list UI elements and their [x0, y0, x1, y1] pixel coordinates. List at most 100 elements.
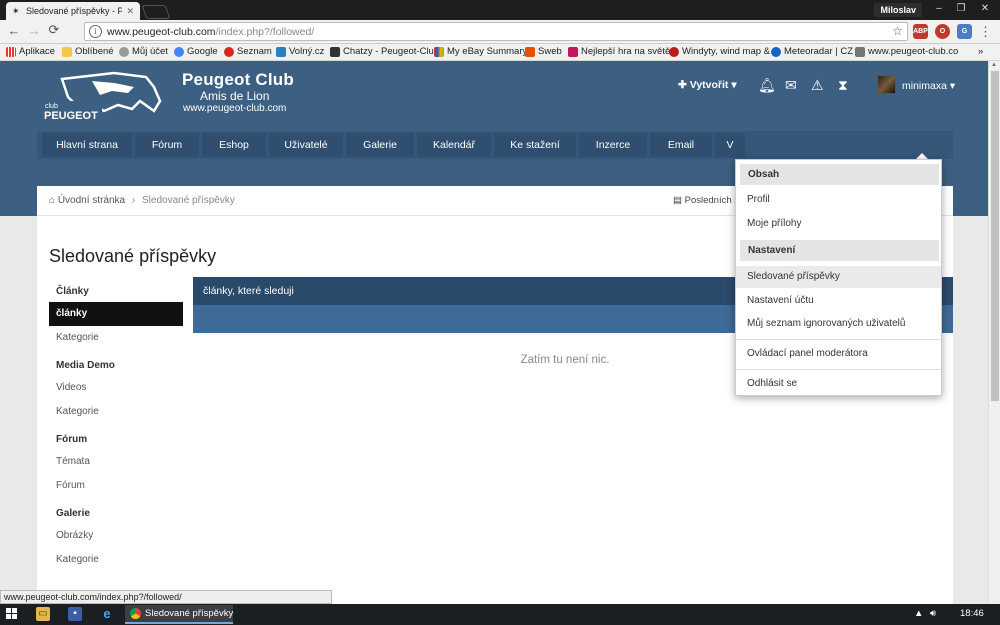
address-bar[interactable]: i www.peugeot-club.com/index.php?/follow… [84, 22, 908, 41]
file-explorer-icon[interactable]: ▭ [36, 607, 50, 621]
sidebar-heading-articles: Články [56, 286, 89, 297]
warning-icon[interactable]: ⚠ [811, 77, 824, 94]
bookmark-chatzy[interactable]: Chatzy - Peugeot-Clu [330, 46, 434, 57]
nav-item-home[interactable]: Hlavní strana [42, 133, 132, 157]
sidebar-item-gallery-categories[interactable]: Kategorie [49, 548, 183, 572]
chatzy-icon [330, 46, 340, 57]
hourglass-icon[interactable]: ⧗ [838, 77, 848, 94]
newspaper-icon: ▤ [673, 195, 682, 206]
apps-icon [6, 46, 16, 57]
bookmark-best-game[interactable]: Nejlepší hra na světě [568, 46, 670, 57]
windows-taskbar: ▭ ▪ e Sledované příspěvky ... ▲ 🔊︎ 18:46 [0, 604, 1000, 625]
bookmark-sweb[interactable]: Sweb [525, 46, 562, 57]
nav-item-calendar[interactable]: Kalendář [417, 133, 491, 157]
browser-profile-button[interactable]: Miloslav [874, 3, 922, 17]
volny-icon [276, 46, 286, 57]
scrollbar-thumb[interactable] [991, 71, 999, 401]
tray-expand-icon[interactable]: ▲ [914, 608, 923, 619]
menu-item-moderator-cp[interactable]: Ovládací panel moderátora [736, 343, 941, 365]
sidebar-item-video-categories[interactable]: Kategorie [49, 400, 183, 424]
bookmark-windyty[interactable]: Windyty, wind map & [669, 46, 770, 57]
peugeot-favicon-icon: ✶ [12, 6, 20, 16]
nav-item-downloads[interactable]: Ke stažení [494, 133, 576, 157]
info-icon[interactable]: i [89, 25, 102, 38]
avatar[interactable] [877, 75, 896, 94]
forward-icon[interactable]: → [26, 23, 42, 39]
new-tab-button[interactable] [141, 5, 171, 19]
user-dropdown-menu: Obsah Profil Moje přílohy Nastavení Sled… [735, 159, 942, 396]
nav-item-more[interactable]: V [715, 133, 745, 157]
sidebar-item-topics[interactable]: Témata [49, 450, 183, 474]
internet-explorer-icon[interactable]: e [100, 607, 114, 621]
bookmark-peugeot-club[interactable]: www.peugeot-club.co [855, 46, 958, 57]
main-navigation: Hlavní strana Fórum Eshop Uživatelé Gale… [37, 131, 953, 159]
sweb-icon [525, 46, 535, 57]
windows-start-icon[interactable] [6, 608, 18, 620]
site-subtitle: Amis de Lion [200, 89, 270, 103]
save-disk-icon[interactable]: ▪ [68, 607, 82, 621]
more-bookmarks-icon[interactable]: » [978, 46, 983, 57]
menu-item-logout[interactable]: Odhlásit se [736, 373, 941, 395]
followed-sidebar: Články články Kategorie Media Demo Video… [49, 282, 183, 572]
sidebar-heading-gallery: Galerie [56, 508, 90, 519]
browser-menu-icon[interactable]: ⋮ [979, 24, 992, 40]
folder-icon [62, 46, 72, 57]
back-icon[interactable]: ← [6, 23, 22, 39]
nav-item-forum[interactable]: Fórum [135, 133, 199, 157]
sidebar-heading-media-demo: Media Demo [56, 360, 115, 371]
google-icon [174, 46, 184, 57]
logo-club-text: club [45, 103, 58, 110]
sidebar-item-images[interactable]: Obrázky [49, 524, 183, 548]
menu-item-attachments[interactable]: Moje přílohy [736, 213, 941, 235]
minimize-icon[interactable]: – [928, 1, 950, 17]
create-button[interactable]: ✚ Vytvořit ▾ [678, 79, 737, 91]
breadcrumb-home-link[interactable]: Úvodní stránka [58, 195, 125, 206]
opera-extension-icon[interactable]: O [935, 24, 950, 39]
menu-item-account-settings[interactable]: Nastavení účtu [736, 290, 941, 312]
peugeot-favicon-icon [855, 46, 865, 57]
nav-item-ads[interactable]: Inzerce [579, 133, 647, 157]
nav-item-eshop[interactable]: Eshop [202, 133, 266, 157]
nav-item-gallery[interactable]: Galerie [346, 133, 414, 157]
menu-item-followed[interactable]: Sledované příspěvky [736, 266, 941, 288]
close-window-icon[interactable]: ✕ [974, 1, 996, 17]
site-title-block[interactable]: Peugeot Club Amis de Lion www.peugeot-cl… [182, 70, 294, 114]
sidebar-item-articles[interactable]: články [49, 302, 183, 326]
bookmark-meteoradar[interactable]: Meteoradar | CZ [771, 46, 853, 57]
envelope-icon[interactable]: ✉ [785, 77, 797, 94]
nav-item-users[interactable]: Uživatelé [269, 133, 343, 157]
adblock-icon[interactable]: ABP [913, 24, 928, 39]
sidebar-item-videos[interactable]: Videos [49, 376, 183, 400]
page-scrollbar[interactable]: ▲ [988, 61, 1000, 604]
taskbar-chrome-app[interactable]: Sledované příspěvky ... [125, 605, 233, 624]
nav-item-email[interactable]: Email [650, 133, 712, 157]
bookmark-star-icon[interactable]: ☆ [892, 24, 903, 38]
bookmark-seznam[interactable]: Seznam [224, 46, 272, 57]
clock[interactable]: 18:46 [960, 608, 984, 619]
site-title: Peugeot Club [182, 70, 294, 89]
browser-tab-active[interactable]: ✶ Sledované příspěvky - Pe ✕ [6, 2, 140, 20]
bookmark-google[interactable]: Google [174, 46, 218, 57]
web-page: club PEUGEOT Peugeot Club Amis de Lion w… [0, 61, 988, 604]
sidebar-heading-forum: Fórum [56, 434, 88, 445]
scroll-up-icon[interactable]: ▲ [991, 62, 997, 68]
browser-toolbar: ← → ⟳ i www.peugeot-club.com/index.php?/… [0, 20, 1000, 44]
sidebar-item-forums[interactable]: Fórum [49, 474, 183, 498]
volume-icon[interactable]: 🔊︎ [930, 608, 936, 619]
bookmark-apps[interactable]: Aplikace [6, 46, 55, 57]
sidebar-item-article-categories[interactable]: Kategorie [49, 326, 183, 350]
bookmark-ebay[interactable]: My eBay Summary [434, 46, 527, 57]
restore-icon[interactable]: ❐ [950, 1, 972, 17]
reload-icon[interactable]: ⟳ [46, 22, 62, 38]
menu-item-ignored-users[interactable]: Můj seznam ignorovaných uživatelů [736, 313, 941, 335]
username-menu-button[interactable]: minimaxa ▾ [902, 80, 955, 92]
bookmark-my-account[interactable]: Můj účet [119, 46, 168, 57]
translate-extension-icon[interactable]: G [957, 24, 972, 39]
bookmark-volny[interactable]: Volný.cz [276, 46, 324, 57]
logo-peugeot-text: PEUGEOT [44, 110, 98, 121]
close-icon[interactable]: ✕ [126, 6, 134, 17]
bookmark-favorites[interactable]: Oblíbené [62, 46, 114, 57]
bell-icon[interactable]: 🔔︎ [758, 77, 776, 94]
menu-item-profile[interactable]: Profil [736, 189, 941, 211]
peugeot-lion-logo-icon[interactable]: club PEUGEOT [42, 71, 172, 121]
